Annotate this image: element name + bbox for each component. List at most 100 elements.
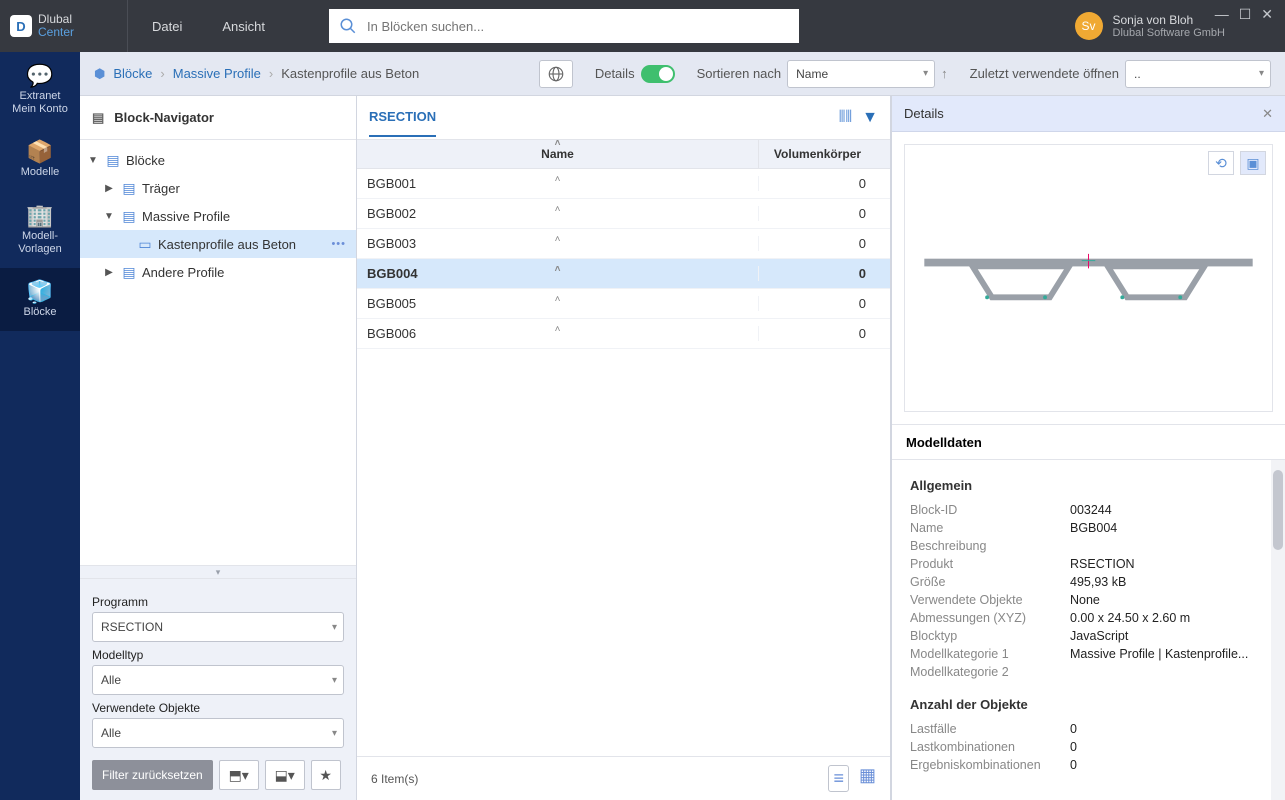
filter-icon[interactable]: ▼ <box>862 109 878 127</box>
splitter[interactable]: ▾ <box>80 565 356 579</box>
cell-vol: 0 <box>758 206 876 221</box>
details-toggle[interactable] <box>641 65 675 83</box>
rail-item-0[interactable]: 💬Extranet Mein Konto <box>0 52 80 128</box>
search-input[interactable] <box>367 19 799 34</box>
cell-name: BGB005 <box>357 296 758 311</box>
filter-program-label: Programm <box>92 595 344 609</box>
section-count: Anzahl der Objekte <box>910 697 1267 712</box>
list-view-icon[interactable]: ≡ <box>828 765 849 792</box>
crumb-2: Kastenprofile aus Beton <box>281 66 419 81</box>
cell-name: BGB003 <box>357 236 758 251</box>
rail-icon: 💬 <box>4 62 76 90</box>
search-icon <box>329 17 367 35</box>
cell-name: BGB004 <box>357 266 758 281</box>
user-company: Dlubal Software GmbH <box>1113 27 1226 39</box>
scrollbar[interactable] <box>1271 460 1285 800</box>
language-button[interactable] <box>539 60 573 88</box>
cell-vol: 0 <box>758 296 876 311</box>
search-bar[interactable] <box>329 9 799 43</box>
rail-item-1[interactable]: 📦Modelle <box>0 128 80 191</box>
tree-andere-profile[interactable]: ▶▤Andere Profile <box>80 258 356 286</box>
app-subname: Center <box>38 25 74 39</box>
recent-label: Zuletzt verwendete öffnen <box>970 66 1119 81</box>
tree-massive-profile[interactable]: ▼▤Massive Profile <box>80 202 356 230</box>
cell-vol: 0 <box>758 176 876 191</box>
col-name-header[interactable]: Name <box>357 140 758 168</box>
sort-select[interactable]: Name <box>787 60 935 88</box>
cell-vol: 0 <box>758 326 876 341</box>
rail-item-2[interactable]: 🏢Modell- Vorlagen <box>0 192 80 268</box>
close-details-icon[interactable]: ✕ <box>1262 106 1273 122</box>
details-label: Details <box>595 66 635 81</box>
property-row: Ergebniskombinationen0 <box>910 756 1267 774</box>
tree-root[interactable]: ▼▤Blöcke <box>80 146 356 174</box>
section-general: Allgemein <box>910 478 1267 493</box>
property-row: Block-ID003244 <box>910 501 1267 519</box>
filter-usedobj-select[interactable]: Alle <box>92 718 344 748</box>
avatar: Sv <box>1075 12 1103 40</box>
property-row: Größe495,93 kB <box>910 573 1267 591</box>
grid-view-icon[interactable]: ▦ <box>859 765 876 792</box>
crumb-0[interactable]: Blöcke <box>113 66 152 81</box>
table-row[interactable]: BGB0040 <box>357 259 890 289</box>
navigator-header: ▤ Block-Navigator <box>80 96 356 140</box>
filter-action-2[interactable]: ⬓▾ <box>265 760 305 790</box>
maximize-icon[interactable]: ☐ <box>1239 6 1252 23</box>
favorite-button[interactable]: ★ <box>311 760 341 790</box>
property-row: Abmessungen (XYZ)0.00 x 24.50 x 2.60 m <box>910 609 1267 627</box>
cell-name: BGB006 <box>357 326 758 341</box>
close-icon[interactable]: ✕ <box>1261 6 1273 23</box>
minimize-icon[interactable]: — <box>1215 6 1229 23</box>
sort-direction-icon[interactable]: ↑ <box>941 66 948 81</box>
table-row[interactable]: BGB0060 <box>357 319 890 349</box>
view-image-icon[interactable]: ▣ <box>1240 151 1266 175</box>
cell-vol: 0 <box>758 266 876 281</box>
menu-view[interactable]: Ansicht <box>222 19 265 34</box>
property-row: Modellkategorie 1Massive Profile | Kaste… <box>910 645 1267 663</box>
table-row[interactable]: BGB0020 <box>357 199 890 229</box>
rail-item-3[interactable]: 🧊Blöcke <box>0 268 80 331</box>
property-row: Verwendete ObjekteNone <box>910 591 1267 609</box>
preview-canvas[interactable]: ⟲ ▣ <box>904 144 1273 412</box>
rail-icon: 🧊 <box>4 278 76 306</box>
app-name: Dlubal <box>38 12 72 26</box>
filter-program-select[interactable]: RSECTION <box>92 612 344 642</box>
filter-action-1[interactable]: ⬒▾ <box>219 760 259 790</box>
cell-vol: 0 <box>758 236 876 251</box>
details-title: Details <box>904 106 944 121</box>
property-row: Modellkategorie 2 <box>910 663 1267 681</box>
reset-filter-button[interactable]: Filter zurücksetzen <box>92 760 213 790</box>
table-row[interactable]: BGB0030 <box>357 229 890 259</box>
logo-icon: D <box>10 15 32 37</box>
filter-usedobj-label: Verwendete Objekte <box>92 701 344 715</box>
tree-kastenprofile[interactable]: ▭Kastenprofile aus Beton <box>80 230 356 258</box>
rail-icon: 📦 <box>4 138 76 166</box>
tree-traeger[interactable]: ▶▤Träger <box>80 174 356 202</box>
columns-icon[interactable]: ⫴⫴ <box>839 109 852 127</box>
cell-name: BGB002 <box>357 206 758 221</box>
user-name: Sonja von Bloh <box>1113 13 1226 27</box>
menu-file[interactable]: Datei <box>152 19 182 34</box>
view-3d-icon[interactable]: ⟲ <box>1208 151 1234 175</box>
rail-icon: 🏢 <box>4 202 76 230</box>
app-logo: D DlubalCenter <box>0 0 128 52</box>
recent-select[interactable]: .. <box>1125 60 1271 88</box>
item-count: 6 Item(s) <box>371 772 418 786</box>
filter-modeltype-select[interactable]: Alle <box>92 665 344 695</box>
property-row: BlocktypJavaScript <box>910 627 1267 645</box>
navigator-title: Block-Navigator <box>114 110 214 125</box>
sort-label: Sortieren nach <box>697 66 782 81</box>
col-vol-header[interactable]: Volumenkörper <box>758 140 876 168</box>
modeldata-header: Modelldaten <box>892 424 1285 460</box>
property-row: Lastkombinationen0 <box>910 738 1267 756</box>
table-row[interactable]: BGB0010 <box>357 169 890 199</box>
breadcrumb: Blöcke › Massive Profile › Kastenprofile… <box>113 66 419 81</box>
table-row[interactable]: BGB0050 <box>357 289 890 319</box>
property-row: Beschreibung <box>910 537 1267 555</box>
tab-rsection[interactable]: RSECTION <box>369 109 436 137</box>
cell-name: BGB001 <box>357 176 758 191</box>
navigator-icon: ▤ <box>92 110 104 126</box>
blocks-icon: ⬢ <box>94 66 105 82</box>
crumb-1[interactable]: Massive Profile <box>173 66 261 81</box>
property-row: Lastfälle0 <box>910 720 1267 738</box>
